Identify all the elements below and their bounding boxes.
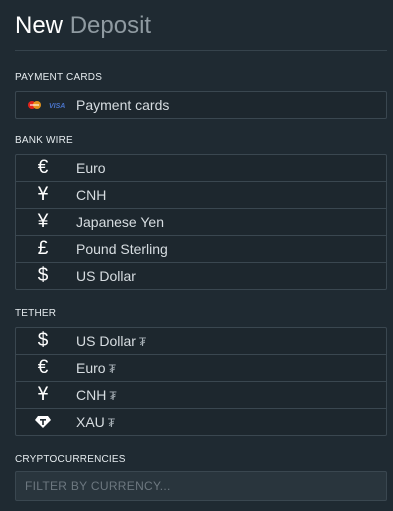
tether-symbol: ₮ xyxy=(138,335,147,349)
option-tether-cnh[interactable]: Ұ CNH ₮ xyxy=(16,381,386,408)
svg-text:VISA: VISA xyxy=(49,103,65,110)
tether-group: $ US Dollar ₮ € Euro ₮ Ұ CNH ₮ XAU ₮ xyxy=(15,327,387,436)
bank-wire-group: € Euro Ұ CNH ¥ Japanese Yen £ Pound Ster… xyxy=(15,154,387,290)
option-tether-eur[interactable]: € Euro ₮ xyxy=(16,354,386,381)
option-tether-xau[interactable]: XAU ₮ xyxy=(16,408,386,435)
tether-symbol: ₮ xyxy=(109,389,117,403)
option-label: US Dollar xyxy=(76,268,136,284)
section-label-cryptocurrencies: CRYPTOCURRENCIES xyxy=(15,454,126,465)
option-label: Japanese Yen xyxy=(76,214,164,230)
tether-gold-icon xyxy=(34,409,52,435)
tether-symbol: ₮ xyxy=(108,362,116,376)
page-title: New Deposit xyxy=(15,12,151,40)
option-bank-cnh[interactable]: Ұ CNH xyxy=(16,181,386,208)
section-label-payment-cards: PAYMENT CARDS xyxy=(15,72,103,83)
mastercard-visa-icon: VISA xyxy=(28,101,65,110)
currency-filter xyxy=(15,471,387,501)
option-label: Payment cards xyxy=(76,97,170,113)
title-deposit: Deposit xyxy=(69,12,152,39)
dollar-icon: $ xyxy=(37,265,49,286)
option-label: CNH xyxy=(76,187,107,203)
option-label: XAU ₮ xyxy=(76,414,116,430)
euro-icon: € xyxy=(37,357,49,378)
option-bank-gbp[interactable]: £ Pound Sterling xyxy=(16,235,386,262)
filter-by-currency-input[interactable] xyxy=(16,472,386,500)
option-label: Euro xyxy=(76,160,106,176)
cnh-yuan-icon: Ұ xyxy=(37,384,49,405)
tether-symbol: ₮ xyxy=(107,416,116,430)
payment-cards-group: VISA Payment cards xyxy=(15,91,387,119)
deposit-panel: New Deposit PAYMENT CARDS VISA Payment c… xyxy=(0,0,393,511)
option-payment-cards[interactable]: VISA Payment cards xyxy=(16,92,386,118)
option-bank-usd[interactable]: $ US Dollar xyxy=(16,262,386,289)
section-label-bank-wire: BANK WIRE xyxy=(15,135,73,146)
dollar-icon: $ xyxy=(37,330,49,351)
cnh-yuan-icon: Ұ xyxy=(37,184,49,205)
option-tether-usd[interactable]: $ US Dollar ₮ xyxy=(16,328,386,354)
euro-icon: € xyxy=(37,157,49,178)
option-label: Pound Sterling xyxy=(76,241,168,257)
section-label-tether: TETHER xyxy=(15,308,57,319)
title-divider xyxy=(15,50,387,51)
yen-icon: ¥ xyxy=(37,211,49,232)
pound-icon: £ xyxy=(37,238,49,259)
option-bank-jpy[interactable]: ¥ Japanese Yen xyxy=(16,208,386,235)
option-bank-euro[interactable]: € Euro xyxy=(16,155,386,181)
option-label: CNH ₮ xyxy=(76,387,117,403)
option-label: US Dollar ₮ xyxy=(76,333,147,349)
option-label: Euro ₮ xyxy=(76,360,116,376)
title-new: New xyxy=(15,12,64,39)
